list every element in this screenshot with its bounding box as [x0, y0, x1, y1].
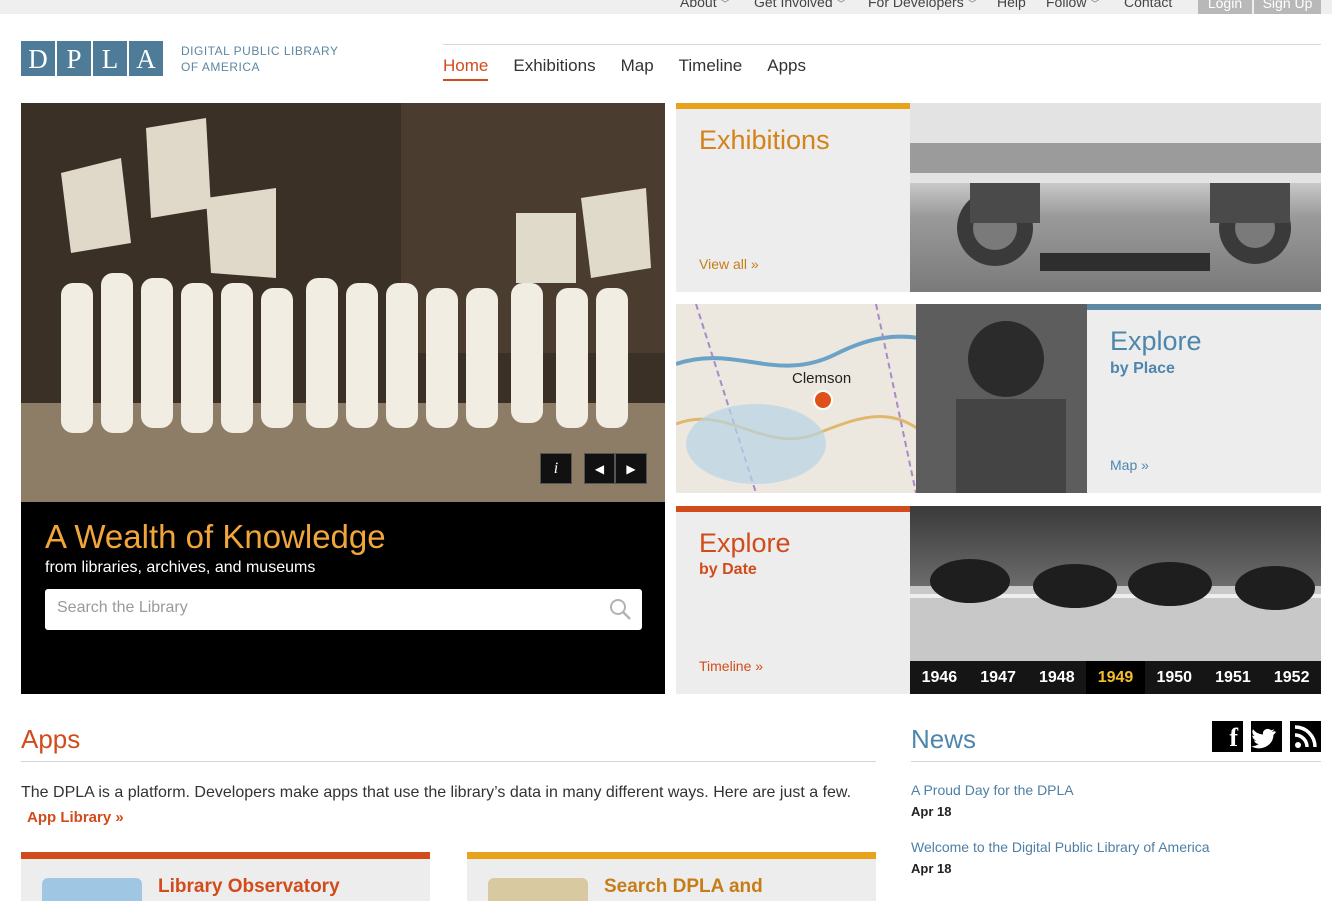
chevron-down-icon: ﹀: [967, 0, 977, 9]
nav-item-map[interactable]: Map: [621, 56, 654, 81]
utility-nav-get-involved[interactable]: Get Involved ﹀: [754, 0, 846, 10]
logo-letter: A: [129, 41, 163, 76]
rss-glyph: [1294, 725, 1317, 748]
utility-nav-for-developers-label: For Developers: [868, 0, 964, 10]
news-section-title: News: [911, 724, 977, 754]
app-card-title: Search DPLA and: [604, 876, 763, 897]
app-card-accent-bar: [467, 852, 876, 859]
chevron-down-icon: ﹀: [720, 0, 730, 9]
year-1946[interactable]: 1946: [910, 661, 969, 694]
exhibitions-view-all-link[interactable]: View all »: [699, 256, 759, 272]
year-1950[interactable]: 1950: [1145, 661, 1204, 694]
utility-nav-follow[interactable]: Follow ﹀: [1046, 0, 1099, 10]
explore-place-title: Explore: [1110, 326, 1202, 356]
utility-nav-follow-label: Follow: [1046, 0, 1087, 10]
info-button[interactable]: i: [540, 453, 572, 484]
horse-race-illustration: [910, 559, 1321, 661]
hero-title: A Wealth of Knowledge: [45, 518, 386, 555]
utility-nav-for-developers[interactable]: For Developers ﹀: [868, 0, 977, 10]
year-1952[interactable]: 1952: [1262, 661, 1321, 694]
apps-section-title: Apps: [21, 724, 81, 754]
news-item-date: Apr 18: [911, 861, 952, 876]
explore-date-subtitle: by Date: [699, 561, 757, 578]
hero-subtitle: from libraries, archives, and museums: [45, 559, 316, 576]
timeline-link[interactable]: Timeline »: [699, 658, 763, 674]
exhibitions-photo-tractors: [910, 103, 1321, 292]
app-card-search-dpla[interactable]: Search DPLA and: [467, 852, 876, 901]
nav-item-apps[interactable]: Apps: [767, 56, 806, 81]
explore-place-subtitle: by Place: [1110, 360, 1175, 377]
app-card-accent-bar: [21, 852, 430, 859]
map-photo-clemson: Clemson: [676, 304, 1087, 493]
app-thumbnail: [42, 878, 142, 901]
dpla-logo[interactable]: D P L A: [21, 41, 165, 76]
utility-nav-contact-label: Contact: [1124, 0, 1173, 10]
nav-item-home[interactable]: Home: [443, 56, 489, 81]
utility-nav-help[interactable]: Help: [997, 0, 1026, 10]
search-box: [45, 589, 642, 630]
hero-photo-illustration: [21, 103, 665, 502]
chevron-down-icon: ﹀: [836, 0, 846, 9]
apps-description-text: The DPLA is a platform. Developers make …: [21, 784, 852, 801]
app-library-link[interactable]: App Library »: [27, 809, 124, 826]
apps-divider: [21, 761, 876, 762]
exhibitions-title: Exhibitions: [699, 125, 830, 155]
chevron-down-icon: ﹀: [1090, 0, 1100, 9]
timeline-year-strip: 1946 1947 1948 1949 1950 1951 1952: [910, 661, 1321, 694]
utility-nav-get-involved-label: Get Involved: [754, 0, 833, 10]
login-button[interactable]: Login: [1198, 0, 1252, 14]
map-illustration: [676, 304, 1087, 493]
utility-nav-help-label: Help: [997, 0, 1026, 10]
main-nav: Home Exhibitions Map Timeline Apps: [443, 56, 806, 81]
map-link[interactable]: Map »: [1110, 457, 1149, 473]
rss-icon[interactable]: [1290, 721, 1321, 752]
signup-button[interactable]: Sign Up: [1254, 0, 1321, 14]
facebook-icon[interactable]: f: [1212, 721, 1243, 752]
app-card-title: Library Observatory: [158, 876, 340, 897]
news-item-link[interactable]: Welcome to the Digital Public Library of…: [911, 839, 1210, 855]
logo-letter: L: [93, 41, 127, 76]
twitter-bird-glyph: [1251, 728, 1276, 749]
apps-description: The DPLA is a platform. Developers make …: [21, 780, 871, 830]
next-slide-button[interactable]: ▶: [615, 453, 647, 484]
year-1949-selected[interactable]: 1949: [1086, 661, 1145, 694]
utility-nav-about-label: About: [680, 0, 717, 10]
news-item-link[interactable]: A Proud Day for the DPLA: [911, 782, 1074, 798]
logo-line-1: DIGITAL PUBLIC LIBRARY: [181, 44, 339, 58]
logo-letter: D: [21, 41, 55, 76]
nav-item-timeline[interactable]: Timeline: [679, 56, 743, 81]
news-divider: [911, 761, 1321, 762]
year-1947[interactable]: 1947: [969, 661, 1028, 694]
utility-nav-contact[interactable]: Contact: [1124, 0, 1172, 10]
explore-date-title: Explore: [699, 528, 791, 558]
logo-line-2: OF AMERICA: [181, 60, 261, 74]
nav-item-exhibitions[interactable]: Exhibitions: [513, 56, 595, 81]
prev-slide-button[interactable]: ◀: [584, 453, 615, 484]
twitter-icon[interactable]: [1251, 721, 1282, 752]
logo-wordmark[interactable]: DIGITAL PUBLIC LIBRARY OF AMERICA: [181, 43, 339, 75]
search-input[interactable]: [57, 599, 597, 617]
map-city-label: Clemson: [792, 370, 852, 387]
year-1948[interactable]: 1948: [1027, 661, 1086, 694]
utility-nav-about[interactable]: About ﹀: [680, 0, 730, 10]
search-icon[interactable]: [608, 597, 632, 621]
app-card-library-observatory[interactable]: Library Observatory: [21, 852, 430, 901]
logo-letter: P: [57, 41, 91, 76]
nav-divider: [443, 44, 1321, 45]
hero-photo-suffragists: [21, 103, 665, 502]
app-thumbnail: [488, 878, 588, 901]
year-1951[interactable]: 1951: [1204, 661, 1263, 694]
date-photo-horse-race: [910, 506, 1321, 661]
news-item-date: Apr 18: [911, 804, 952, 819]
tractors-illustration: [910, 103, 1321, 271]
